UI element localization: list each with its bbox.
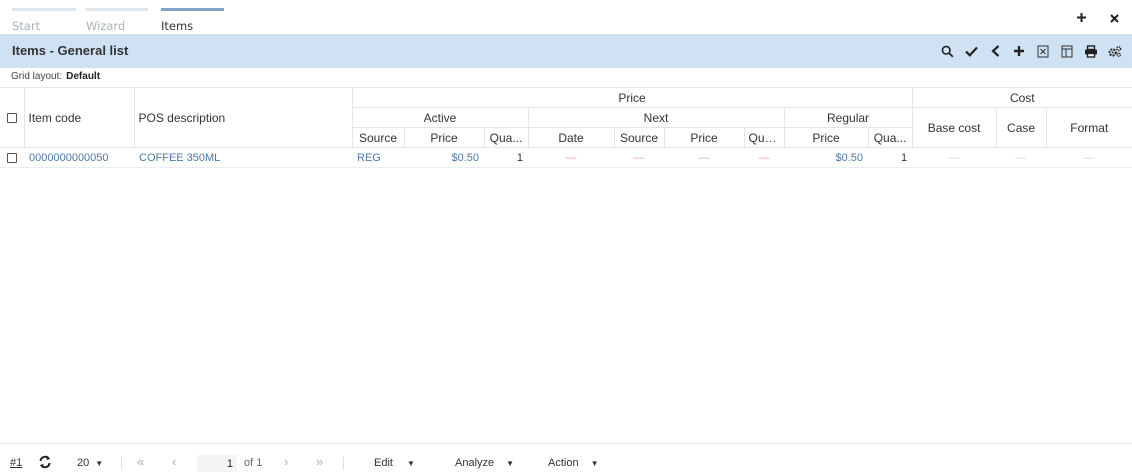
col-active-price[interactable]: Price xyxy=(403,127,485,148)
tab-label: Start xyxy=(12,19,41,33)
col-active-source[interactable]: Source xyxy=(351,127,405,148)
tab-label: Items xyxy=(161,19,194,33)
first-page-icon[interactable]: « xyxy=(137,454,144,469)
analyze-menu[interactable]: Analyze ▼ xyxy=(455,457,514,469)
chevron-down-icon: ▼ xyxy=(590,459,599,468)
cell-regular-price[interactable]: $0.50 xyxy=(784,147,868,168)
last-page-icon[interactable]: » xyxy=(316,454,323,469)
settings-icon[interactable] xyxy=(1108,43,1122,59)
back-icon[interactable] xyxy=(988,43,1002,59)
col-format[interactable]: Format xyxy=(1045,107,1132,148)
title-bar: Items - General list xyxy=(0,34,1132,68)
action-menu[interactable]: Action ▼ xyxy=(548,457,599,469)
cell-next-source[interactable]: — xyxy=(614,147,664,168)
col-next-qty[interactable]: Qua... xyxy=(743,127,785,148)
divider xyxy=(343,456,344,470)
col-active-qty[interactable]: Qua... xyxy=(483,127,529,148)
col-case[interactable]: Case xyxy=(995,107,1047,148)
prev-page-icon[interactable]: ‹ xyxy=(172,454,176,469)
cell-next-qty[interactable]: — xyxy=(744,147,784,168)
refresh-icon[interactable] xyxy=(38,455,52,472)
row-select-cell xyxy=(0,147,24,168)
record-link[interactable]: #1 xyxy=(10,457,22,469)
cell-case[interactable]: — xyxy=(996,147,1047,168)
footer-bar: #1 20 ▼ « ‹ of 1 › » Edit ▼ Analyze ▼ Actio… xyxy=(0,443,1132,476)
tab-label: Wizard xyxy=(86,19,126,33)
next-page-icon[interactable]: › xyxy=(284,454,288,469)
check-icon[interactable] xyxy=(964,43,978,59)
col-base-cost[interactable]: Base cost xyxy=(911,107,997,148)
plus-icon[interactable] xyxy=(1076,12,1087,27)
group-price: Price xyxy=(351,87,913,108)
edit-menu-label: Edit xyxy=(374,457,393,469)
search-icon[interactable] xyxy=(940,43,954,59)
chevron-down-icon: ▼ xyxy=(506,459,515,468)
cell-pos-description[interactable]: COFFEE 350ML xyxy=(134,147,352,168)
grid-layout: Grid layout: Default xyxy=(11,71,100,82)
chevron-down-icon: ▼ xyxy=(95,459,104,468)
close-icon[interactable] xyxy=(1110,12,1119,27)
select-all-checkbox[interactable] xyxy=(6,113,17,124)
cell-base-cost[interactable]: — xyxy=(912,147,997,168)
page-size-value: 20 xyxy=(77,457,90,469)
select-all-cell xyxy=(0,87,25,148)
col-next-price[interactable]: Price xyxy=(663,127,745,148)
subgroup-next: Next xyxy=(527,107,785,128)
subgroup-active: Active xyxy=(351,107,529,128)
subgroup-regular: Regular xyxy=(783,107,913,128)
grid-layout-label: Grid layout: xyxy=(11,71,63,82)
cell-active-price[interactable]: $0.50 xyxy=(404,147,484,168)
cell-item-code[interactable]: 0000000000050 xyxy=(24,147,134,168)
tab-bar: Start Wizard Items xyxy=(0,0,1132,34)
cell-format[interactable]: — xyxy=(1046,147,1132,168)
cell-next-date[interactable]: — xyxy=(528,147,614,168)
page-title: Items - General list xyxy=(12,43,129,58)
divider xyxy=(121,456,122,470)
col-regular-price[interactable]: Price xyxy=(783,127,869,148)
add-icon[interactable] xyxy=(1012,43,1026,59)
col-next-date[interactable]: Date xyxy=(527,127,615,148)
items-grid: Item code POS description Price Cost Act… xyxy=(0,87,1132,168)
tab-wizard[interactable]: Wizard xyxy=(86,8,148,34)
edit-menu[interactable]: Edit ▼ xyxy=(374,457,415,469)
page-input[interactable] xyxy=(197,455,237,472)
col-regular-qty[interactable]: Qua... xyxy=(867,127,913,148)
col-next-source[interactable]: Source xyxy=(613,127,665,148)
column-settings-icon[interactable] xyxy=(1060,43,1074,59)
cell-next-price[interactable]: — xyxy=(664,147,744,168)
table-row[interactable]: 0000000000050 COFFEE 350ML REG $0.50 1 —… xyxy=(0,147,1132,168)
group-cost: Cost xyxy=(911,87,1132,108)
cell-regular-qty[interactable]: 1 xyxy=(868,147,913,168)
cell-active-qty[interactable]: 1 xyxy=(484,147,528,168)
page-of-label: of 1 xyxy=(244,457,263,469)
excel-export-icon[interactable] xyxy=(1036,43,1050,59)
cell-active-source[interactable]: REG xyxy=(352,147,404,168)
print-icon[interactable] xyxy=(1084,43,1098,59)
col-item-code[interactable]: Item code xyxy=(23,87,135,148)
toolbar xyxy=(940,43,1122,59)
grid-layout-value[interactable]: Default xyxy=(66,71,100,82)
chevron-down-icon: ▼ xyxy=(406,459,415,468)
col-pos-description[interactable]: POS description xyxy=(133,87,353,148)
analyze-menu-label: Analyze xyxy=(455,457,495,469)
page-size-select[interactable]: 20 ▼ xyxy=(77,457,103,469)
row-checkbox[interactable] xyxy=(7,152,17,163)
tab-start[interactable]: Start xyxy=(12,8,76,34)
tab-items[interactable]: Items xyxy=(161,8,224,34)
action-menu-label: Action xyxy=(548,457,579,469)
